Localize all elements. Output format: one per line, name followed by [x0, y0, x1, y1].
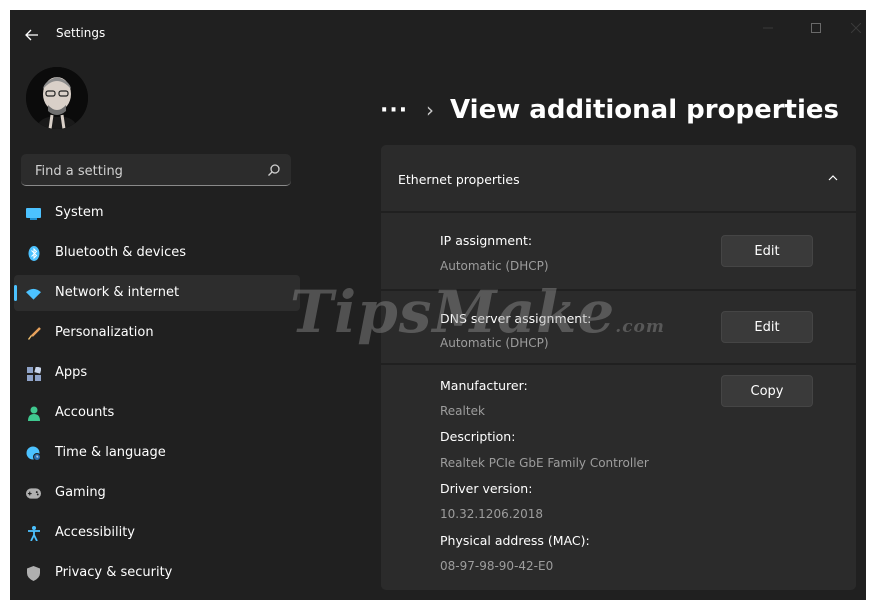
- shield-icon: [26, 566, 41, 581]
- dns-assignment-label: DNS server assignment:: [440, 311, 592, 326]
- driver-version-value: 10.32.1206.2018: [440, 507, 544, 521]
- apps-icon: [26, 366, 41, 381]
- ethernet-properties-header[interactable]: Ethernet properties: [381, 145, 856, 211]
- search-input[interactable]: [33, 160, 257, 182]
- close-icon: [851, 23, 861, 33]
- sidebar-item-privacy-security[interactable]: Privacy & security: [14, 555, 300, 591]
- sidebar-item-label: Accounts: [55, 405, 115, 420]
- sidebar-item-accessibility[interactable]: Accessibility: [14, 515, 300, 551]
- manufacturer-value: Realtek: [440, 404, 485, 418]
- chevron-up-icon[interactable]: [826, 171, 840, 185]
- sidebar-item-label: Privacy & security: [55, 565, 173, 580]
- sidebar-item-time-language[interactable]: Time & language: [14, 435, 300, 471]
- mac-address-value: 08-97-98-90-42-E0: [440, 559, 554, 573]
- back-button[interactable]: [22, 26, 42, 44]
- minimize-button[interactable]: [758, 18, 778, 38]
- sidebar-item-label: Personalization: [55, 325, 154, 340]
- sidebar-item-label: Accessibility: [55, 525, 135, 540]
- search-box[interactable]: [21, 154, 291, 186]
- ethernet-properties-card: Ethernet properties IP assignment: Autom…: [381, 145, 856, 590]
- person-icon: [26, 406, 41, 421]
- bluetooth-icon: [26, 246, 41, 261]
- driver-version-label: Driver version:: [440, 481, 533, 496]
- maximize-button[interactable]: [806, 18, 826, 38]
- description-label: Description:: [440, 429, 516, 444]
- title-bar: Settings: [10, 10, 866, 58]
- wifi-icon: [26, 286, 41, 301]
- dns-assignment-value: Automatic (DHCP): [440, 336, 549, 350]
- sidebar-item-network[interactable]: Network & internet: [14, 275, 300, 311]
- more-breadcrumbs-button[interactable]: ···: [380, 98, 410, 123]
- edit-dns-button[interactable]: Edit: [721, 311, 813, 343]
- gamepad-icon: [26, 486, 41, 501]
- adapter-details-section: Copy Manufacturer: Realtek Description: …: [381, 365, 856, 590]
- avatar-photo-icon: [26, 67, 88, 129]
- sidebar-item-accounts[interactable]: Accounts: [14, 395, 300, 431]
- sidebar-item-gaming[interactable]: Gaming: [14, 475, 300, 511]
- close-button[interactable]: [846, 18, 866, 38]
- sidebar-item-bluetooth[interactable]: Bluetooth & devices: [14, 235, 300, 271]
- page-title: View additional properties: [450, 95, 839, 125]
- copy-button[interactable]: Copy: [721, 375, 813, 407]
- ip-assignment-value: Automatic (DHCP): [440, 259, 549, 273]
- sidebar-item-system[interactable]: System: [14, 195, 300, 231]
- sidebar-item-label: Network & internet: [55, 285, 180, 300]
- sidebar-item-label: Apps: [55, 365, 88, 380]
- manufacturer-label: Manufacturer:: [440, 378, 528, 393]
- sidebar-item-apps[interactable]: Apps: [14, 355, 300, 391]
- maximize-icon: [811, 23, 821, 33]
- sidebar-item-label: Bluetooth & devices: [55, 245, 186, 260]
- edit-ip-button[interactable]: Edit: [721, 235, 813, 267]
- breadcrumb-chevron-icon: ›: [426, 98, 434, 122]
- sidebar-item-label: System: [55, 205, 104, 220]
- breadcrumb: ··· › View additional properties: [380, 90, 839, 130]
- back-arrow-icon: [25, 29, 38, 41]
- dns-assignment-section: DNS server assignment: Automatic (DHCP) …: [381, 291, 856, 363]
- sidebar-item-label: Time & language: [55, 445, 166, 460]
- accessibility-icon: [26, 526, 41, 541]
- minimize-icon: [763, 27, 773, 29]
- sidebar-item-label: Gaming: [55, 485, 106, 500]
- ip-assignment-label: IP assignment:: [440, 233, 533, 248]
- brush-icon: [26, 326, 41, 341]
- settings-window: Settings Find a setting System Bluetooth…: [10, 10, 866, 600]
- description-value: Realtek PCIe GbE Family Controller: [440, 456, 649, 470]
- mac-address-label: Physical address (MAC):: [440, 533, 590, 548]
- ip-assignment-section: IP assignment: Automatic (DHCP) Edit: [381, 213, 856, 289]
- card-title: Ethernet properties: [398, 172, 520, 187]
- sidebar-item-personalization[interactable]: Personalization: [14, 315, 300, 351]
- sidebar-nav: System Bluetooth & devices Network & int…: [14, 195, 300, 595]
- monitor-icon: [26, 206, 41, 221]
- search-icon[interactable]: [267, 163, 281, 177]
- app-title: Settings: [56, 26, 106, 40]
- user-avatar[interactable]: [26, 67, 88, 129]
- globe-clock-icon: [26, 446, 41, 461]
- active-indicator: [14, 285, 17, 301]
